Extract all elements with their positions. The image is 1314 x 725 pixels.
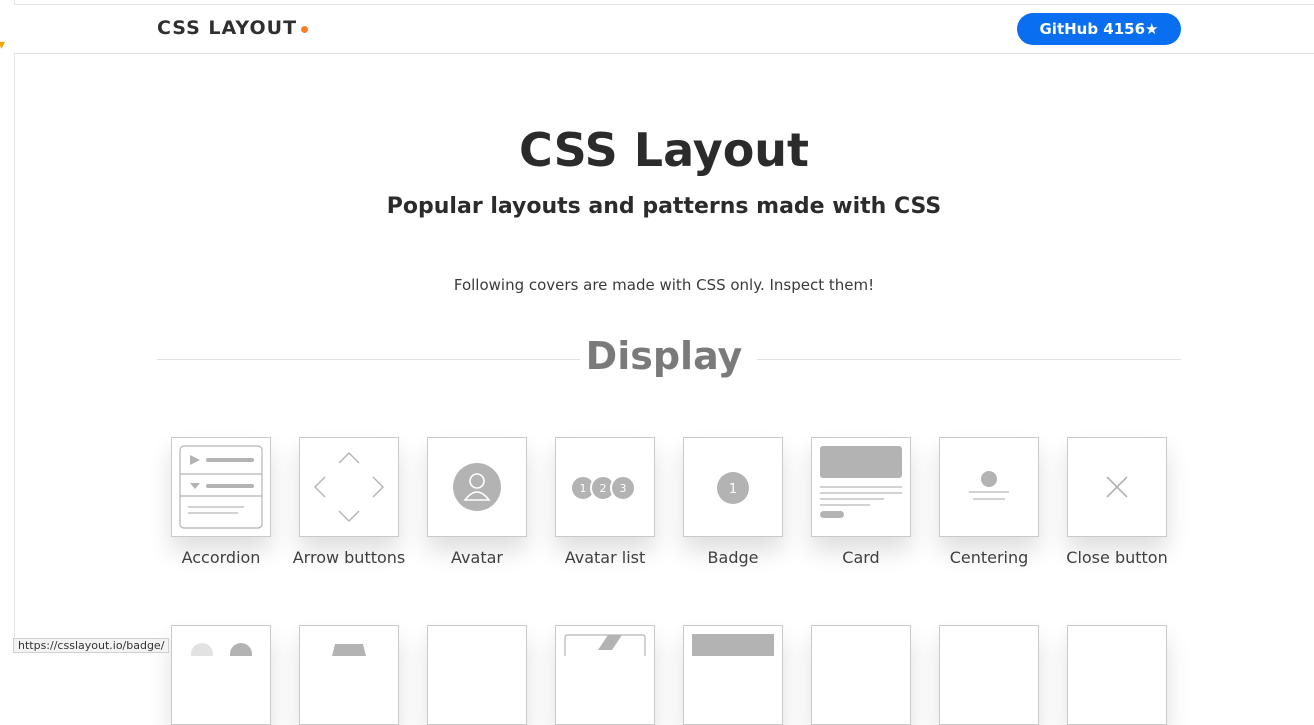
pattern-row2-4[interactable] [555, 625, 655, 725]
card-thumbnail[interactable] [811, 437, 911, 537]
arrow-buttons-thumbnail[interactable] [299, 437, 399, 537]
site-header: CSS LAYOUT GitHub 4156★ [14, 5, 1314, 54]
arrow-buttons-icon [314, 452, 384, 522]
edge-blue-icon-2: ▏ [0, 143, 9, 159]
brand-text[interactable]: CSS LAYOUT [157, 17, 297, 39]
avatar-thumbnail[interactable] [427, 437, 527, 537]
pattern-close-button[interactable]: Close button [1066, 437, 1168, 567]
pattern-label[interactable]: Close button [1047, 546, 1187, 570]
pattern-avatar[interactable]: Avatar [427, 437, 527, 567]
pattern-label[interactable]: Arrow buttons [279, 546, 419, 570]
svg-text:1: 1 [729, 482, 737, 497]
pattern-row2-6[interactable] [811, 625, 911, 725]
centering-icon [969, 471, 1009, 500]
edge-blue-icon: ▏ [0, 91, 9, 107]
pattern-card[interactable]: Card [811, 437, 911, 567]
pattern-label[interactable]: Accordion [151, 546, 291, 570]
pattern-thumbnail[interactable] [811, 625, 911, 725]
block-icon [692, 634, 774, 656]
section-divider-right [757, 359, 1181, 360]
avatar-list-thumbnail[interactable]: 1 2 3 [555, 437, 655, 537]
pattern-badge[interactable]: 1 Badge [683, 437, 783, 567]
pattern-thumbnail[interactable] [683, 625, 783, 725]
left-edge-strip: ▾ ▏ ▏ [0, 0, 15, 651]
pattern-row2-3[interactable] [427, 625, 527, 725]
card-icon [820, 446, 902, 518]
corner-ribbon-icon [564, 634, 646, 656]
close-icon [1106, 476, 1128, 498]
accordion-icon [179, 445, 263, 529]
pattern-thumbnail[interactable] [555, 625, 655, 725]
pattern-arrow-buttons[interactable]: Arrow buttons [293, 437, 405, 567]
bookmark-star-icon: ▾ [0, 37, 6, 53]
pattern-thumbnail[interactable] [427, 625, 527, 725]
close-button-thumbnail[interactable] [1067, 437, 1167, 537]
section-title: Display [585, 334, 743, 378]
pattern-thumbnail[interactable] [1067, 625, 1167, 725]
pattern-label[interactable]: Badge [663, 546, 803, 570]
pattern-thumbnail[interactable] [939, 625, 1039, 725]
centering-thumbnail[interactable] [939, 437, 1039, 537]
page: CSS LAYOUT GitHub 4156★ CSS Layout Popul… [14, 0, 1314, 725]
pattern-row2-5[interactable] [683, 625, 783, 725]
pattern-row2-7[interactable] [939, 625, 1039, 725]
svg-text:3: 3 [620, 482, 627, 495]
pattern-label[interactable]: Centering [919, 546, 1059, 570]
github-stars-button[interactable]: GitHub 4156★ [1017, 13, 1181, 45]
shape-icon [332, 644, 366, 656]
dots-icon [191, 643, 252, 656]
pattern-row2-1[interactable] [171, 625, 271, 725]
pattern-label[interactable]: Avatar list [535, 546, 675, 570]
pattern-accordion[interactable]: Accordion [171, 437, 271, 567]
badge-icon: 1 [717, 472, 749, 504]
pattern-label[interactable]: Avatar [407, 546, 547, 570]
page-title: CSS Layout [518, 123, 810, 177]
avatar-list-icon: 1 2 3 [570, 475, 636, 501]
accordion-thumbnail[interactable] [171, 437, 271, 537]
pattern-thumbnail[interactable] [299, 625, 399, 725]
svg-text:2: 2 [600, 482, 607, 495]
pattern-thumbnail[interactable] [171, 625, 271, 725]
pattern-avatar-list[interactable]: 1 2 3 Avatar list [555, 437, 655, 567]
page-subtitle: Popular layouts and patterns made with C… [386, 194, 942, 219]
brand-logo[interactable]: CSS LAYOUT [157, 17, 309, 39]
brand-dot-icon [301, 26, 309, 33]
pattern-centering[interactable]: Centering [939, 437, 1039, 567]
badge-thumbnail[interactable]: 1 [683, 437, 783, 537]
pattern-row2-8[interactable] [1067, 625, 1167, 725]
pattern-row2-2[interactable] [299, 625, 399, 725]
svg-text:1: 1 [580, 482, 587, 495]
pattern-label[interactable]: Card [791, 546, 931, 570]
intro-note: Following covers are made with CSS only.… [453, 276, 875, 294]
avatar-icon [453, 463, 501, 511]
